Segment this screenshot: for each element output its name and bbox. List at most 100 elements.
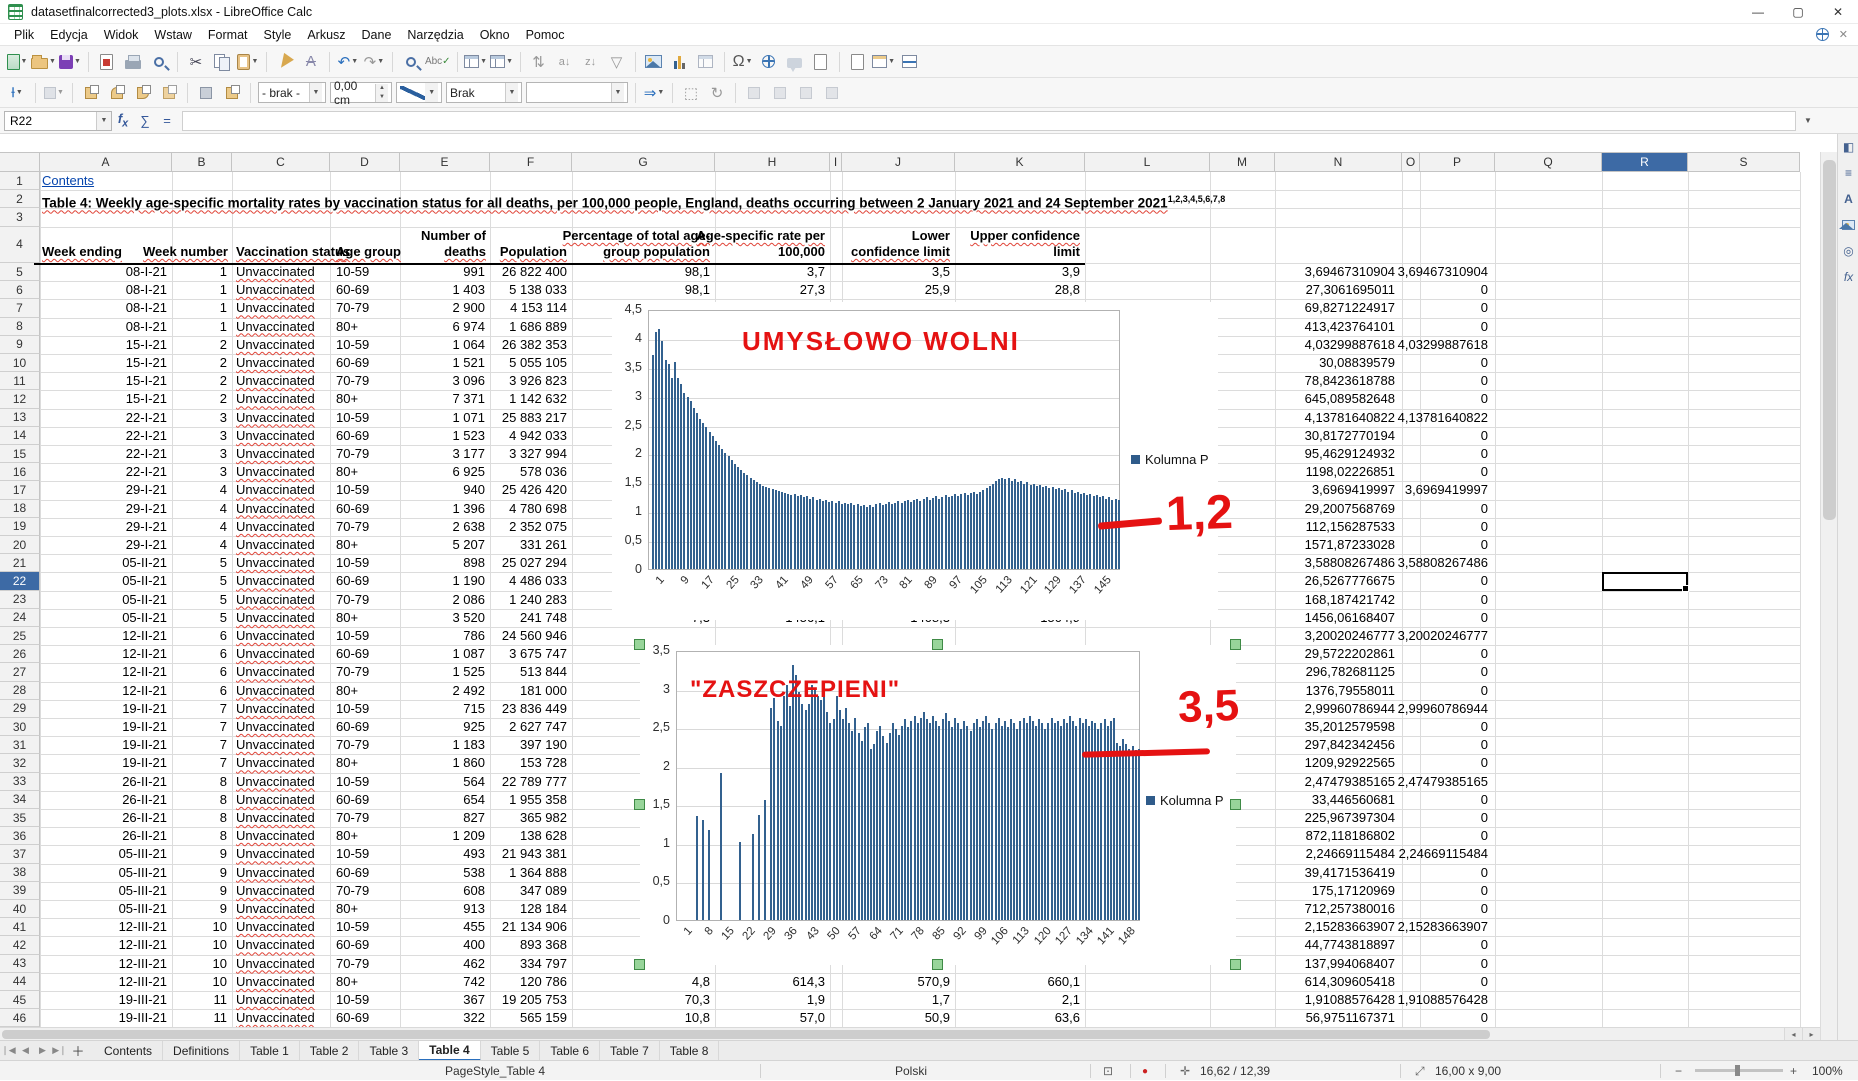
column-header-G[interactable]: G [572, 152, 715, 172]
print-button[interactable] [121, 50, 145, 74]
selection-handle[interactable] [634, 959, 645, 970]
select-all-corner[interactable] [0, 152, 40, 172]
sort-ascending-button[interactable]: a↓ [553, 50, 577, 74]
functions-icon[interactable]: fx [1838, 264, 1858, 290]
close-document-icon[interactable]: ✕ [1839, 28, 1848, 41]
menu-arkusz[interactable]: Arkusz [299, 26, 353, 44]
expand-formula-bar-icon[interactable]: ▼ [1800, 116, 1816, 125]
menu-style[interactable]: Style [256, 26, 300, 44]
cell[interactable]: 331 261 [207, 536, 567, 554]
cell[interactable]: 3,69467310904 [1128, 263, 1488, 281]
selection-handle[interactable] [932, 959, 943, 970]
headers-footers-button[interactable] [809, 50, 833, 74]
cell[interactable]: 2 627 747 [207, 718, 567, 736]
styles-icon[interactable]: A [1838, 186, 1858, 212]
cell[interactable]: 24 560 946 [207, 627, 567, 645]
contents-link[interactable]: Contents [42, 172, 94, 190]
sheet-tab-table-6[interactable]: Table 6 [540, 1041, 600, 1061]
cell[interactable]: 138 628 [207, 827, 567, 845]
cell[interactable]: 3,9 [720, 263, 1080, 281]
menu-plik[interactable]: Plik [6, 26, 42, 44]
paste-button[interactable]: ▼ [236, 50, 260, 74]
zoom-level-field[interactable]: 100% [1812, 1061, 1843, 1081]
sum-button[interactable]: ∑ [134, 113, 156, 128]
selection-handle[interactable] [634, 799, 645, 810]
redo-button[interactable]: ↷▼ [362, 50, 386, 74]
line-style-select[interactable]: - brak -▼ [258, 82, 326, 103]
cell[interactable]: 3 675 747 [207, 645, 567, 663]
sheet-tab-table-4[interactable]: Table 4 [419, 1041, 480, 1061]
sheet-tab-table-2[interactable]: Table 2 [300, 1041, 360, 1061]
zoom-in-icon[interactable]: + [1790, 1061, 1797, 1081]
column-header-A[interactable]: A [40, 152, 172, 172]
find-replace-button[interactable] [399, 50, 423, 74]
save-button[interactable]: ▼ [58, 50, 82, 74]
column-header-B[interactable]: B [172, 152, 232, 172]
selection-handle[interactable] [932, 639, 943, 650]
language-icon[interactable] [1816, 28, 1829, 41]
print-area-button[interactable] [846, 50, 870, 74]
column-header-S[interactable]: S [1688, 152, 1800, 172]
cell[interactable]: 23 836 449 [207, 700, 567, 718]
to-background-button[interactable] [220, 81, 244, 105]
cell[interactable]: 5 055 105 [207, 354, 567, 372]
cell[interactable]: 63,6 [720, 1009, 1080, 1027]
cell[interactable]: 0 [1128, 973, 1488, 991]
cell[interactable]: 153 728 [207, 754, 567, 772]
column-header-F[interactable]: F [490, 152, 572, 172]
cell[interactable]: 3,20020246777 [1128, 627, 1488, 645]
sheet-tab-table-5[interactable]: Table 5 [481, 1041, 541, 1061]
sort-descending-button[interactable]: z↓ [579, 50, 603, 74]
zoom-out-icon[interactable]: − [1675, 1061, 1682, 1081]
pivot-table-button[interactable] [694, 50, 718, 74]
navigator-icon[interactable]: ◎ [1838, 238, 1858, 264]
area-color-select[interactable]: ▼ [526, 82, 628, 103]
vertical-scrollbar-thumb[interactable] [1823, 160, 1836, 520]
row-header-3[interactable]: 3 [0, 208, 40, 226]
horizontal-scrollbar[interactable]: ◂ ▸ [0, 1027, 1820, 1040]
selection-handle[interactable] [634, 639, 645, 650]
equals-button[interactable]: = [156, 113, 178, 128]
selection-handle[interactable] [1230, 639, 1241, 650]
cell[interactable]: 181 000 [207, 682, 567, 700]
cell[interactable]: 334 797 [207, 955, 567, 973]
cell[interactable]: 1 240 283 [207, 591, 567, 609]
insert-row-button[interactable]: ▼ [464, 50, 488, 74]
cell[interactable]: 3 926 823 [207, 372, 567, 390]
column-header-D[interactable]: D [330, 152, 400, 172]
cell[interactable]: 4 780 698 [207, 500, 567, 518]
forward-one-button[interactable] [105, 81, 129, 105]
copy-button[interactable] [210, 50, 234, 74]
page-style-field[interactable]: PageStyle_Table 4 [445, 1061, 545, 1081]
menu-pomoc[interactable]: Pomoc [518, 26, 573, 44]
align-objects-button[interactable]: ▼ [42, 81, 66, 105]
cell[interactable]: 660,1 [720, 973, 1080, 991]
insert-column-button[interactable]: ▼ [490, 50, 514, 74]
cell[interactable]: 0 [1128, 1009, 1488, 1027]
cell[interactable]: 28,8 [720, 281, 1080, 299]
cell[interactable]: 2,1 [720, 991, 1080, 1009]
add-sheet-button[interactable]: ＋ [68, 1041, 88, 1060]
document-modified-icon[interactable]: ● [1142, 1061, 1148, 1081]
vertical-scrollbar[interactable] [1820, 152, 1837, 1040]
line-color-select[interactable]: ▼ [396, 82, 442, 103]
row-header-2[interactable]: 2 [0, 190, 40, 208]
menu-wstaw[interactable]: Wstaw [146, 26, 200, 44]
selection-handle[interactable] [1230, 799, 1241, 810]
cell[interactable]: 21 943 381 [207, 845, 567, 863]
formula-input[interactable] [182, 111, 1796, 131]
cell[interactable]: 25 027 294 [207, 554, 567, 572]
row-header-1[interactable]: 1 [0, 172, 40, 190]
next-sheet-icon[interactable]: ▶ [34, 1045, 51, 1056]
sheet-tab-table-7[interactable]: Table 7 [600, 1041, 660, 1061]
menu-dane[interactable]: Dane [354, 26, 400, 44]
cell[interactable]: 1 142 632 [207, 390, 567, 408]
name-box-dropdown-icon[interactable]: ▼ [96, 112, 111, 130]
send-to-back-button[interactable] [157, 81, 181, 105]
edit-points-button[interactable]: ↻ [705, 81, 729, 105]
properties-icon[interactable]: ≡ [1838, 160, 1858, 186]
cell[interactable]: 3 327 994 [207, 445, 567, 463]
menu-widok[interactable]: Widok [96, 26, 147, 44]
bring-to-front-button[interactable] [79, 81, 103, 105]
cell[interactable]: 365 982 [207, 809, 567, 827]
